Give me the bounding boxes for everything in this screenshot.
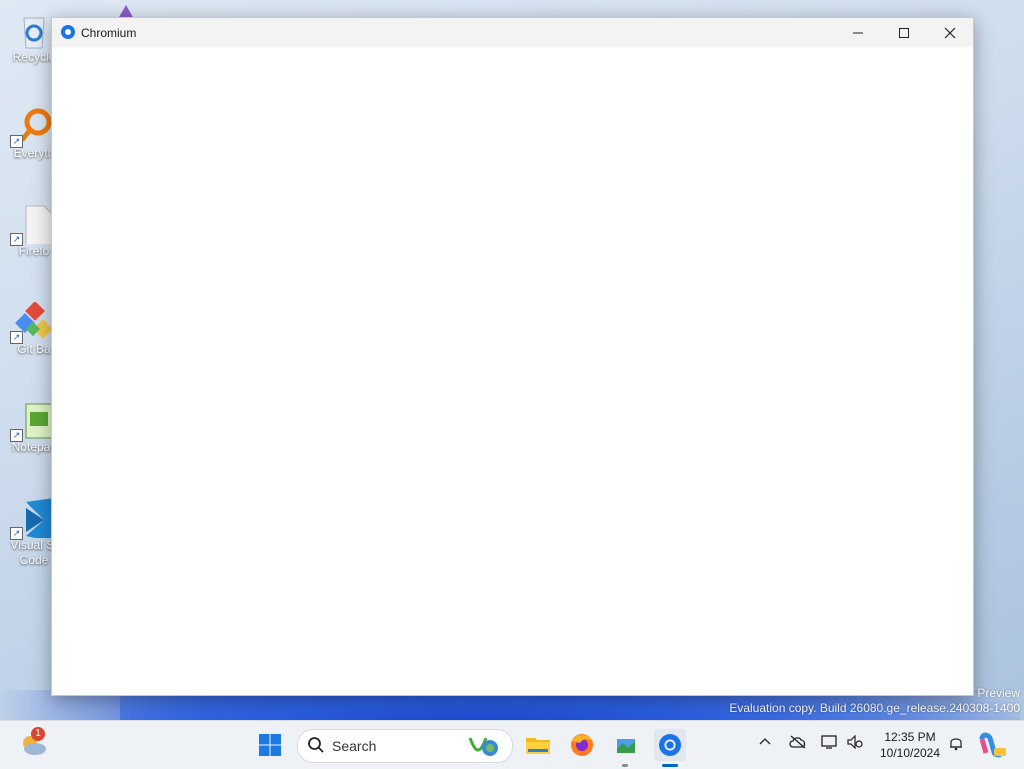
active-indicator bbox=[662, 764, 678, 767]
copilot-icon bbox=[979, 732, 1006, 758]
show-hidden-icons-button[interactable] bbox=[759, 735, 771, 751]
recycle-bin-icon bbox=[14, 10, 54, 50]
notification-badge: 1 bbox=[31, 727, 45, 741]
onedrive-button[interactable] bbox=[789, 735, 807, 752]
everything-search-icon: ↗ bbox=[10, 106, 54, 148]
git-bash-icon: ↗ bbox=[10, 301, 54, 344]
file-explorer-icon bbox=[526, 738, 550, 754]
chromium-taskbar-button[interactable] bbox=[654, 729, 686, 761]
search-placeholder: Search bbox=[332, 738, 377, 754]
maximize-button[interactable] bbox=[881, 18, 927, 47]
shortcut-arrow-icon: ↗ bbox=[10, 429, 23, 442]
clock[interactable]: 12:35 PM 10/10/2024 bbox=[872, 729, 948, 761]
minimize-icon bbox=[853, 32, 863, 34]
app-button[interactable] bbox=[610, 729, 642, 761]
file-explorer-button[interactable] bbox=[522, 729, 554, 761]
notepad-icon: ↗ bbox=[10, 400, 55, 442]
clock-date: 10/10/2024 bbox=[879, 746, 941, 760]
bell-icon bbox=[950, 738, 962, 751]
copilot-button[interactable] bbox=[976, 729, 1008, 761]
network-icon bbox=[821, 735, 837, 749]
watermark-line1: Preview bbox=[977, 686, 1020, 700]
network-button[interactable] bbox=[821, 735, 839, 752]
vscode-icon: ↗ bbox=[10, 498, 54, 542]
weather-widget[interactable]: 1 bbox=[18, 727, 50, 761]
search-icon bbox=[307, 736, 325, 759]
close-icon bbox=[944, 27, 956, 39]
clock-time: 12:35 PM bbox=[884, 730, 936, 744]
cloud-offline-icon bbox=[789, 735, 806, 749]
chromium-window[interactable]: Chromium bbox=[51, 17, 974, 696]
shortcut-arrow-icon: ↗ bbox=[10, 135, 23, 148]
minimize-button[interactable] bbox=[835, 18, 881, 47]
notifications-button[interactable] bbox=[949, 735, 963, 754]
file-icon: ↗ bbox=[10, 204, 54, 249]
page-content[interactable] bbox=[52, 47, 973, 695]
taskbar-search-box[interactable]: Search bbox=[297, 729, 513, 763]
shortcut-arrow-icon: ↗ bbox=[10, 527, 23, 540]
search-highlight-icon bbox=[466, 734, 502, 758]
taskbar: 1 Search 12:35 PM 10/10/2024 bbox=[0, 720, 1024, 769]
title-bar[interactable]: Chromium bbox=[52, 18, 973, 47]
running-indicator bbox=[622, 764, 628, 767]
chromium-icon bbox=[659, 734, 681, 756]
firefox-button[interactable] bbox=[566, 729, 598, 761]
chromium-icon bbox=[61, 25, 75, 39]
shortcut-arrow-icon: ↗ bbox=[10, 331, 23, 344]
volume-button[interactable] bbox=[847, 734, 863, 752]
maximize-icon bbox=[899, 28, 909, 39]
window-title: Chromium bbox=[81, 26, 137, 40]
windows-start-icon bbox=[259, 734, 281, 756]
firefox-icon bbox=[571, 734, 593, 756]
close-button[interactable] bbox=[927, 18, 973, 47]
watermark-line2: Evaluation copy. Build 26080.ge_release.… bbox=[729, 701, 1020, 715]
speaker-muted-icon bbox=[847, 734, 863, 750]
app-icon bbox=[617, 739, 635, 753]
shortcut-arrow-icon: ↗ bbox=[10, 233, 23, 246]
chevron-up-icon bbox=[759, 738, 771, 745]
start-button[interactable] bbox=[254, 729, 286, 761]
